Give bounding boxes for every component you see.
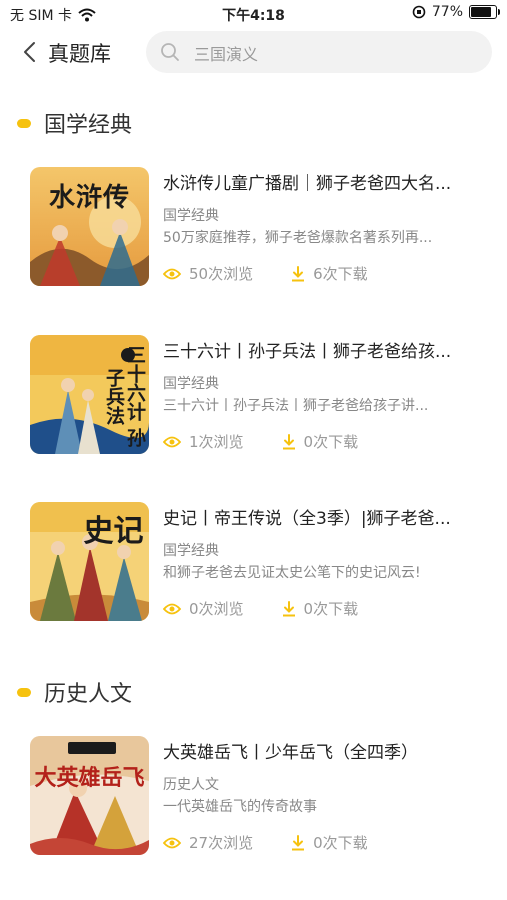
download-count: 6次下载 <box>313 265 368 283</box>
item-stats: 27次浏览 0次下载 <box>163 832 368 853</box>
item-title: 大英雄岳飞丨少年岳飞（全四季） <box>163 743 418 763</box>
search-value: 三国演义 <box>194 45 259 64</box>
item-stats: 1次浏览 0次下载 <box>163 431 358 452</box>
list-item[interactable]: 史记 史记丨帝王传说（全3季）|狮子老爸... 国学经典 和狮子老爸去见证太史公… <box>30 502 500 622</box>
download-icon <box>292 265 305 281</box>
search-input[interactable]: 三国演义 <box>146 31 492 73</box>
cover-title: 大英雄岳飞 <box>34 765 145 791</box>
eye-icon <box>163 603 181 614</box>
section-header: 历史人文 <box>17 676 132 708</box>
section-title: 国学经典 <box>44 113 133 138</box>
view-count: 1次浏览 <box>189 433 244 451</box>
item-category: 国学经典 <box>163 543 219 559</box>
back-icon[interactable] <box>18 40 42 64</box>
battery-percent: 77% <box>431 4 463 20</box>
item-title: 水浒传儿童广播剧｜狮子老爸四大名... <box>163 174 452 194</box>
item-stats: 50次浏览 6次下载 <box>163 263 368 284</box>
cover-title: 三十六计 孙子兵法 <box>103 345 146 447</box>
item-stats: 0次浏览 0次下载 <box>163 598 358 619</box>
cover-image: 水浒传 <box>30 167 149 286</box>
view-count: 27次浏览 <box>189 834 254 852</box>
section-header: 国学经典 <box>17 107 132 139</box>
download-count: 0次下载 <box>303 433 359 451</box>
view-count: 50次浏览 <box>189 265 254 283</box>
section-dot-icon <box>17 687 31 697</box>
search-icon <box>161 43 179 61</box>
list-item[interactable]: 大英雄岳飞 大英雄岳飞丨少年岳飞（全四季） 历史人文 一代英雄岳飞的传奇故事 2… <box>30 736 500 856</box>
view-count: 0次浏览 <box>189 600 244 618</box>
eye-icon <box>163 268 181 279</box>
item-description: 50万家庭推荐，狮子老爸爆款名著系列再... <box>163 230 433 246</box>
download-count: 0次下载 <box>313 834 368 852</box>
list-item[interactable]: 水浒传 水浒传儿童广播剧｜狮子老爸四大名... 国学经典 50万家庭推荐，狮子老… <box>30 167 500 287</box>
download-icon <box>282 433 295 449</box>
section-title: 历史人文 <box>44 682 133 707</box>
item-category: 国学经典 <box>163 376 219 392</box>
item-description: 和狮子老爸去见证太史公笔下的史记风云! <box>163 565 421 581</box>
download-count: 0次下载 <box>303 600 359 618</box>
page-title: 真题库 <box>48 42 111 66</box>
section-dot-icon <box>17 118 31 128</box>
list-item[interactable]: 三十六计 孙子兵法 三十六计丨孙子兵法丨狮子老爸给孩... 国学经典 三十六计丨… <box>30 335 500 455</box>
battery-icon <box>469 5 500 19</box>
cover-image: 史记 <box>30 502 149 621</box>
cover-title: 史记 <box>83 514 144 549</box>
download-icon <box>282 600 295 616</box>
nav-bar: 真题库 三国演义 <box>0 30 507 74</box>
item-title: 三十六计丨孙子兵法丨狮子老爸给孩... <box>163 342 452 362</box>
status-bar: 无 SIM 卡 下午4:18 77% <box>0 0 507 28</box>
item-category: 历史人文 <box>163 777 219 793</box>
item-title: 史记丨帝王传说（全3季）|狮子老爸... <box>163 509 451 529</box>
eye-icon <box>163 837 181 848</box>
cover-image: 三十六计 孙子兵法 <box>30 335 149 454</box>
download-icon <box>292 834 305 850</box>
item-description: 一代英雄岳飞的传奇故事 <box>163 799 317 815</box>
cover-image: 大英雄岳飞 <box>30 736 149 855</box>
orientation-lock-icon <box>412 5 426 19</box>
battery-level <box>471 7 492 17</box>
item-category: 国学经典 <box>163 208 219 224</box>
cover-title: 水浒传 <box>48 183 130 213</box>
eye-icon <box>163 436 181 447</box>
item-description: 三十六计丨孙子兵法丨狮子老爸给孩子讲... <box>163 398 429 414</box>
